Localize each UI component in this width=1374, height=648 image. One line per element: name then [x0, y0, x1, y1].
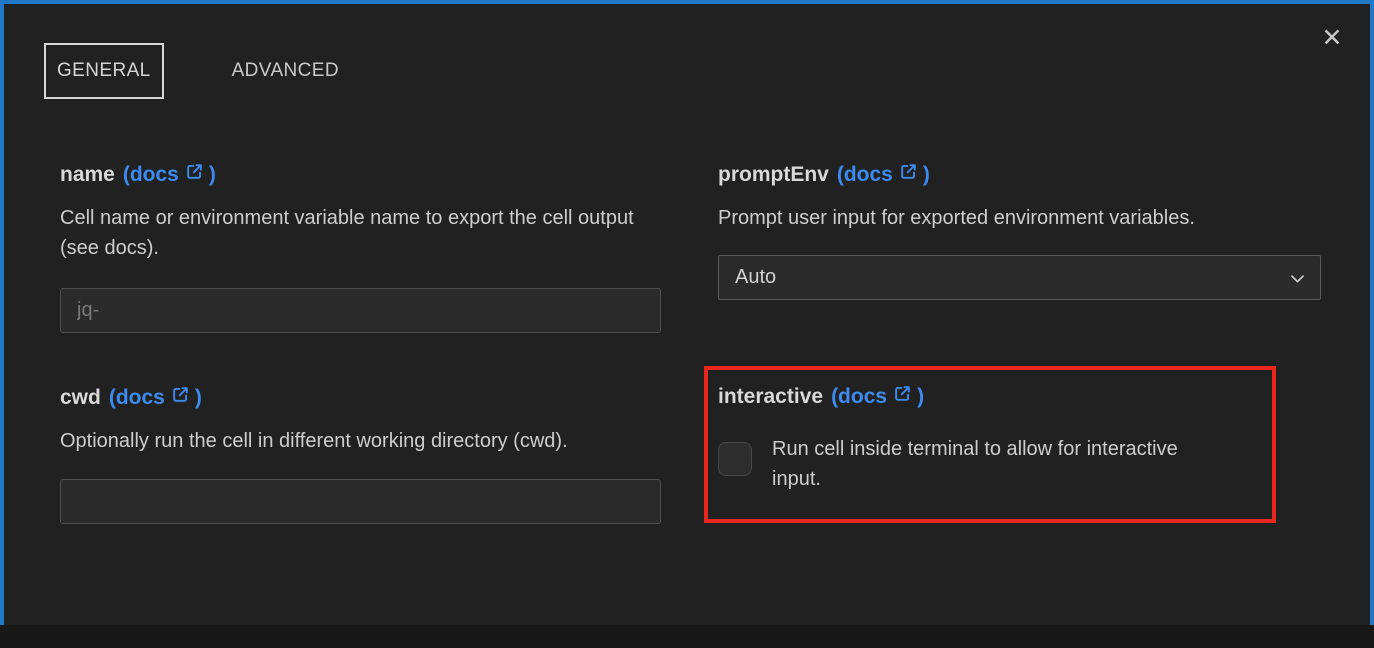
field-group-interactive-highlighted: interactive (docs ) Run cell inside te	[704, 366, 1276, 523]
field-interactive-text: interactive	[718, 383, 823, 411]
external-link-icon	[893, 383, 912, 411]
field-label-promptenv: promptEnv (docs )	[718, 161, 1321, 189]
cwd-input[interactable]	[60, 479, 661, 524]
field-group-cwd: cwd (docs ) Optionally run the cell in d…	[60, 384, 661, 524]
docs-link-close: )	[923, 161, 930, 189]
field-group-promptenv: promptEnv (docs ) Prompt user input for …	[718, 161, 1321, 300]
docs-link-text: (docs	[837, 161, 893, 189]
field-group-name: name (docs ) Cell name or environment va…	[60, 161, 661, 333]
interactive-checkbox-row: Run cell inside terminal to allow for in…	[718, 434, 1254, 494]
field-label-name: name (docs )	[60, 161, 661, 189]
field-promptenv-text: promptEnv	[718, 161, 829, 189]
close-button[interactable]: ✕	[1316, 22, 1348, 54]
field-description-cwd: Optionally run the cell in different wor…	[60, 426, 661, 456]
tab-advanced[interactable]: ADVANCED	[230, 43, 341, 99]
docs-link-close: )	[209, 161, 216, 189]
cell-configuration-dialog: GENERAL ADVANCED ✕ name (docs	[0, 0, 1374, 625]
interactive-checkbox[interactable]	[718, 442, 752, 476]
promptenv-select[interactable]: Auto	[718, 255, 1321, 300]
chevron-down-icon	[1288, 269, 1307, 294]
tab-general[interactable]: GENERAL	[44, 43, 164, 99]
field-description-promptenv: Prompt user input for exported environme…	[718, 203, 1321, 233]
external-link-icon	[185, 161, 204, 189]
tab-bar: GENERAL ADVANCED	[44, 43, 341, 99]
docs-link-text: (docs	[109, 384, 165, 412]
promptenv-selected-value: Auto	[735, 266, 776, 289]
field-label-interactive: interactive (docs )	[718, 383, 1254, 411]
docs-link-name[interactable]: (docs )	[123, 161, 216, 189]
docs-link-close: )	[917, 383, 924, 411]
external-link-icon	[899, 161, 918, 189]
docs-link-interactive[interactable]: (docs )	[831, 383, 924, 411]
notebook-cell-config-screen: GENERAL ADVANCED ✕ name (docs	[0, 0, 1374, 648]
field-label-cwd: cwd (docs )	[60, 384, 661, 412]
docs-link-text: (docs	[831, 383, 887, 411]
docs-link-text: (docs	[123, 161, 179, 189]
external-link-icon	[171, 384, 190, 412]
docs-link-close: )	[195, 384, 202, 412]
name-input[interactable]	[60, 288, 661, 333]
docs-link-promptenv[interactable]: (docs )	[837, 161, 930, 189]
interactive-checkbox-label: Run cell inside terminal to allow for in…	[772, 434, 1222, 494]
field-cwd-text: cwd	[60, 384, 101, 412]
close-icon: ✕	[1322, 23, 1343, 53]
field-name-text: name	[60, 161, 115, 189]
docs-link-cwd[interactable]: (docs )	[109, 384, 202, 412]
field-description-name: Cell name or environment variable name t…	[60, 203, 661, 263]
